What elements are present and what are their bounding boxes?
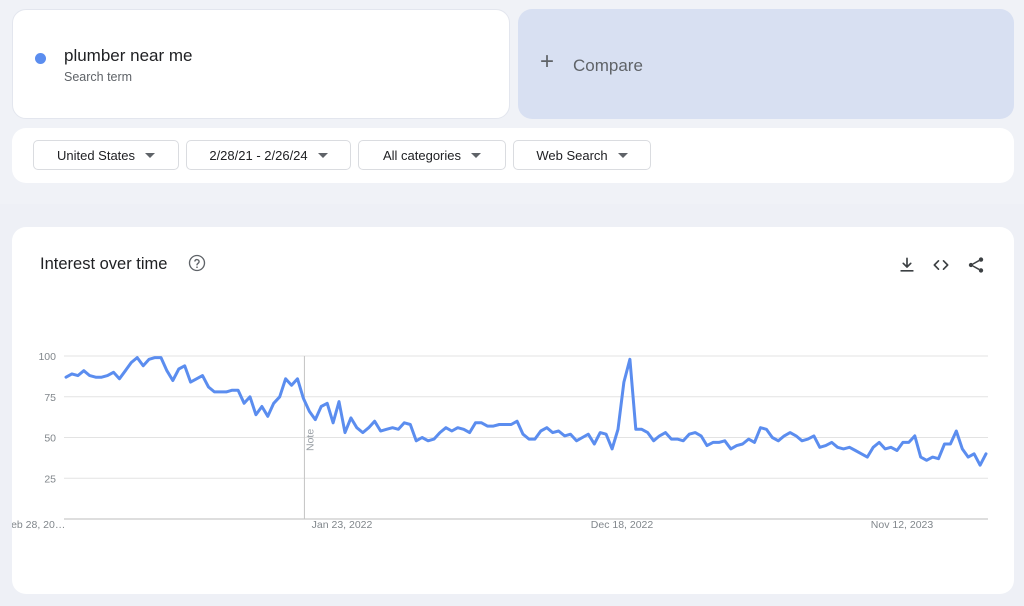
interest-over-time-panel: Interest over time 255075100NoteFeb 28, … <box>12 227 1014 594</box>
caret-down-icon <box>617 152 628 158</box>
x-tick-label: Feb 28, 20… <box>12 519 65 531</box>
search-term-subtitle: Search term <box>64 70 133 84</box>
search-type-dropdown[interactable]: Web Search <box>513 140 651 170</box>
plus-icon: + <box>540 48 555 75</box>
y-tick-label: 25 <box>44 473 56 485</box>
interest-line-chart: 25 50 75 100 Note Feb 28, 20… Jan 23, 2022 Dec … <box>12 351 988 531</box>
region-dropdown[interactable]: United States <box>33 140 179 170</box>
x-tick-label: Dec 18, 2022 <box>591 519 654 531</box>
filter-bar: United States 2/28/21 - 2/26/24 All cate… <box>12 128 1014 183</box>
x-tick-label: Jan 23, 2022 <box>312 519 373 531</box>
search-term-card[interactable]: plumber near me Search term <box>12 9 510 119</box>
date-range-dropdown-label: 2/28/21 - 2/26/24 <box>209 147 308 163</box>
caret-down-icon <box>471 152 482 158</box>
x-tick-label: Nov 12, 2023 <box>871 519 934 531</box>
y-tick-label: 100 <box>38 351 56 363</box>
y-tick-label: 50 <box>44 433 56 445</box>
date-range-dropdown[interactable]: 2/28/21 - 2/26/24 <box>186 140 351 170</box>
region-dropdown-label: United States <box>56 147 136 163</box>
search-term-name[interactable]: plumber near me <box>64 46 193 66</box>
caret-down-icon <box>317 152 328 158</box>
series-line <box>64 356 988 467</box>
category-dropdown[interactable]: All categories <box>358 140 506 170</box>
caret-down-icon <box>145 152 156 158</box>
series-color-dot <box>35 53 46 64</box>
y-tick-label: 75 <box>44 392 56 404</box>
compare-button[interactable]: + Compare <box>518 9 1014 119</box>
compare-label: Compare <box>573 56 643 75</box>
search-type-dropdown-label: Web Search <box>536 147 608 163</box>
note-annotation: Note <box>304 429 316 451</box>
category-dropdown-label: All categories <box>382 147 462 163</box>
